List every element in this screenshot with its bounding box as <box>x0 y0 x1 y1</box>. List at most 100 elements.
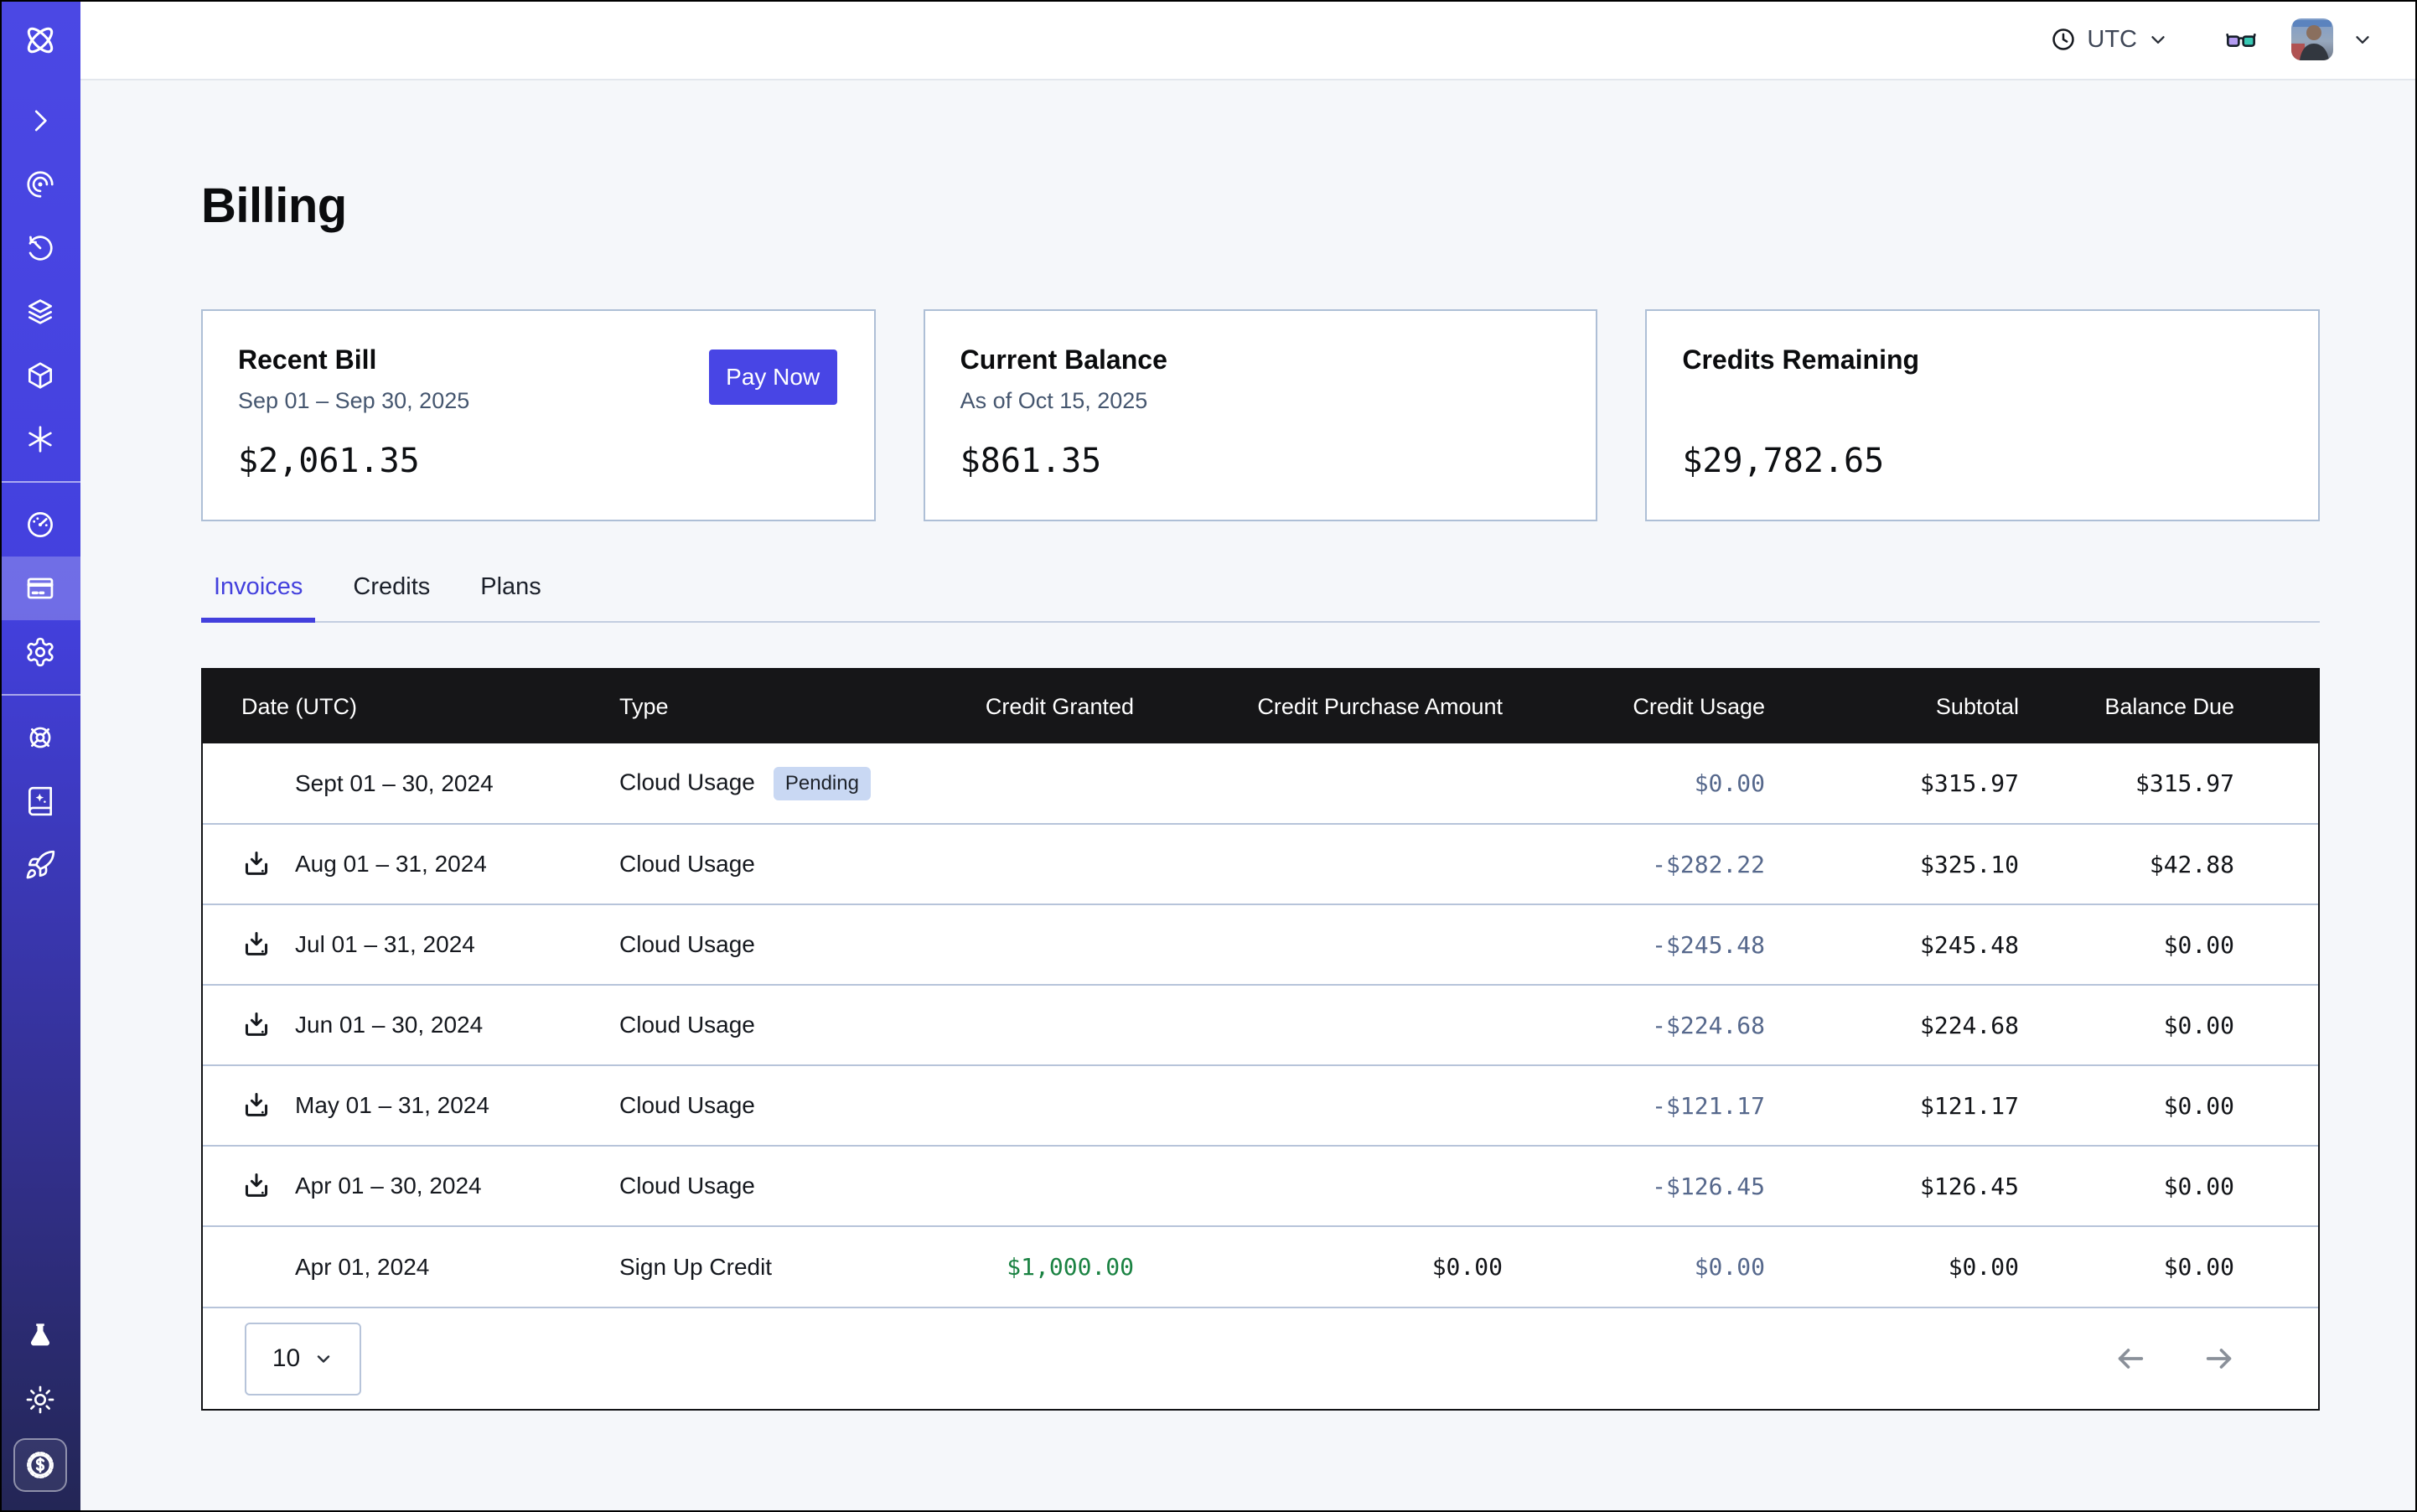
invoice-date-cell: Aug 01 – 31, 2024 <box>203 824 619 904</box>
page-content: Billing Recent Bill Sep 01 – Sep 30, 202… <box>80 80 2417 1512</box>
credit-granted-value <box>928 824 1134 904</box>
invoice-date-cell: Jun 01 – 30, 2024 <box>203 985 619 1065</box>
download-invoice-button[interactable] <box>241 849 272 879</box>
tab-credits[interactable]: Credits <box>340 573 443 621</box>
download-slot <box>241 929 272 960</box>
asterisk-icon <box>24 423 56 455</box>
sidebar-item-gauge[interactable] <box>0 493 80 557</box>
sidebar <box>0 0 80 1512</box>
credit-usage-value: -$282.22 <box>1503 824 1765 904</box>
user-avatar[interactable] <box>2291 18 2333 60</box>
invoice-type-cell: Cloud Usage <box>619 1065 928 1146</box>
sidebar-item-asterisk[interactable] <box>0 407 80 471</box>
user-menu-button[interactable] <box>2352 28 2373 50</box>
timezone-selector[interactable]: UTC <box>2050 26 2169 54</box>
download-slot <box>241 1252 272 1282</box>
sidebar-item-flask[interactable] <box>0 1304 80 1368</box>
column-header: Type <box>619 670 928 743</box>
subtotal-value: $315.97 <box>1765 743 2019 824</box>
sidebar-item-cube[interactable] <box>0 344 80 407</box>
cube-icon <box>24 360 56 391</box>
credit-granted-value <box>928 743 1134 824</box>
download-invoice-button[interactable] <box>241 1090 272 1121</box>
sidebar-item-observe[interactable] <box>0 153 80 216</box>
sidebar-item-helm[interactable] <box>0 706 80 769</box>
topbar: UTC <box>80 0 2417 80</box>
invoice-date: May 01 – 31, 2024 <box>295 1092 489 1118</box>
sidebar-item-rocket[interactable] <box>0 833 80 897</box>
credit-purchase-value <box>1134 743 1503 824</box>
sidebar-item-layers[interactable] <box>0 280 80 344</box>
clock-icon <box>2050 26 2077 53</box>
orbit-logo-icon <box>21 21 60 60</box>
tab-plans[interactable]: Plans <box>468 573 554 621</box>
invoice-type: Cloud Usage <box>619 931 755 957</box>
page-size-select[interactable]: 10 <box>245 1323 361 1395</box>
summary-cards: Recent Bill Sep 01 – Sep 30, 2025 $2,061… <box>201 309 2320 521</box>
card-title: Credits Remaining <box>1682 344 2283 375</box>
column-header: Credit Purchase Amount <box>1134 670 1503 743</box>
balance-due-value: $315.97 <box>2019 743 2318 824</box>
balance-due-value: $42.88 <box>2019 824 2318 904</box>
tabs: Invoices Credits Plans <box>201 573 2320 623</box>
table-row: Jul 01 – 31, 2024Cloud Usage-$245.48$245… <box>203 904 2318 985</box>
layers-icon <box>24 296 56 328</box>
table-row: Apr 01, 2024Sign Up Credit$1,000.00$0.00… <box>203 1226 2318 1307</box>
sidebar-item-chevron-right[interactable] <box>0 89 80 153</box>
column-header: Credit Granted <box>928 670 1134 743</box>
sidebar-bottom <box>0 1304 80 1512</box>
reader-mode-button[interactable] <box>2224 23 2258 56</box>
recent-bill-amount: $2,061.35 <box>238 442 420 480</box>
credit-usage-value: $0.00 <box>1503 1226 1765 1307</box>
subtotal-value: $0.00 <box>1765 1226 2019 1307</box>
column-header: Credit Usage <box>1503 670 1765 743</box>
sidebar-divider <box>0 694 80 696</box>
download-icon <box>241 1010 272 1040</box>
chevron-down-icon <box>313 1349 334 1369</box>
sidebar-item-billing[interactable] <box>0 557 80 620</box>
credit-purchase-value <box>1134 824 1503 904</box>
helm-icon <box>24 722 56 753</box>
download-invoice-button[interactable] <box>241 1010 272 1040</box>
download-invoice-button[interactable] <box>241 929 272 960</box>
credit-granted-value: $1,000.00 <box>928 1226 1134 1307</box>
gear-icon <box>24 636 56 668</box>
pay-now-button[interactable]: Pay Now <box>709 350 837 405</box>
balance-due-value: $0.00 <box>2019 1146 2318 1226</box>
download-slot <box>241 849 272 879</box>
invoice-type: Cloud Usage <box>619 1012 755 1038</box>
invoice-type-cell: Cloud Usage <box>619 1146 928 1226</box>
sidebar-item-book[interactable] <box>0 769 80 833</box>
download-slot <box>241 1010 272 1040</box>
sidebar-item-dollar-badge[interactable] <box>13 1438 67 1492</box>
pagination <box>2114 1342 2236 1375</box>
card-subtitle: Sep 01 – Sep 30, 2025 <box>238 388 469 414</box>
app-root: UTC <box>0 0 2417 1512</box>
invoice-date-cell: Jul 01 – 31, 2024 <box>203 904 619 985</box>
table-row: Apr 01 – 30, 2024Cloud Usage-$126.45$126… <box>203 1146 2318 1226</box>
app-logo[interactable] <box>0 0 80 80</box>
subtotal-value: $121.17 <box>1765 1065 2019 1146</box>
credits-remaining-amount: $29,782.65 <box>1682 442 1884 480</box>
sidebar-item-history[interactable] <box>0 216 80 280</box>
tab-invoices[interactable]: Invoices <box>201 573 315 621</box>
sidebar-item-sun[interactable] <box>0 1368 80 1432</box>
table-row: Sept 01 – 30, 2024Cloud UsagePending$0.0… <box>203 743 2318 824</box>
table-row: Jun 01 – 30, 2024Cloud Usage-$224.68$224… <box>203 985 2318 1065</box>
next-page-button[interactable] <box>2202 1342 2236 1375</box>
sidebar-divider <box>0 481 80 483</box>
arrow-right-icon <box>2202 1342 2236 1375</box>
download-invoice-button[interactable] <box>241 1171 272 1201</box>
invoice-rows: Sept 01 – 30, 2024Cloud UsagePending$0.0… <box>203 743 2318 1307</box>
prev-page-button[interactable] <box>2114 1342 2147 1375</box>
recent-bill-card: Recent Bill Sep 01 – Sep 30, 2025 $2,061… <box>201 309 876 521</box>
card-subtitle: As of Oct 15, 2025 <box>960 388 1148 414</box>
current-balance-amount: $861.35 <box>960 442 1102 480</box>
invoice-date: Jun 01 – 30, 2024 <box>295 1012 483 1038</box>
subtotal-value: $126.45 <box>1765 1146 2019 1226</box>
sidebar-item-gear[interactable] <box>0 620 80 684</box>
credit-purchase-value <box>1134 1146 1503 1226</box>
table-row: Aug 01 – 31, 2024Cloud Usage-$282.22$325… <box>203 824 2318 904</box>
subtotal-value: $245.48 <box>1765 904 2019 985</box>
book-icon <box>24 785 56 817</box>
